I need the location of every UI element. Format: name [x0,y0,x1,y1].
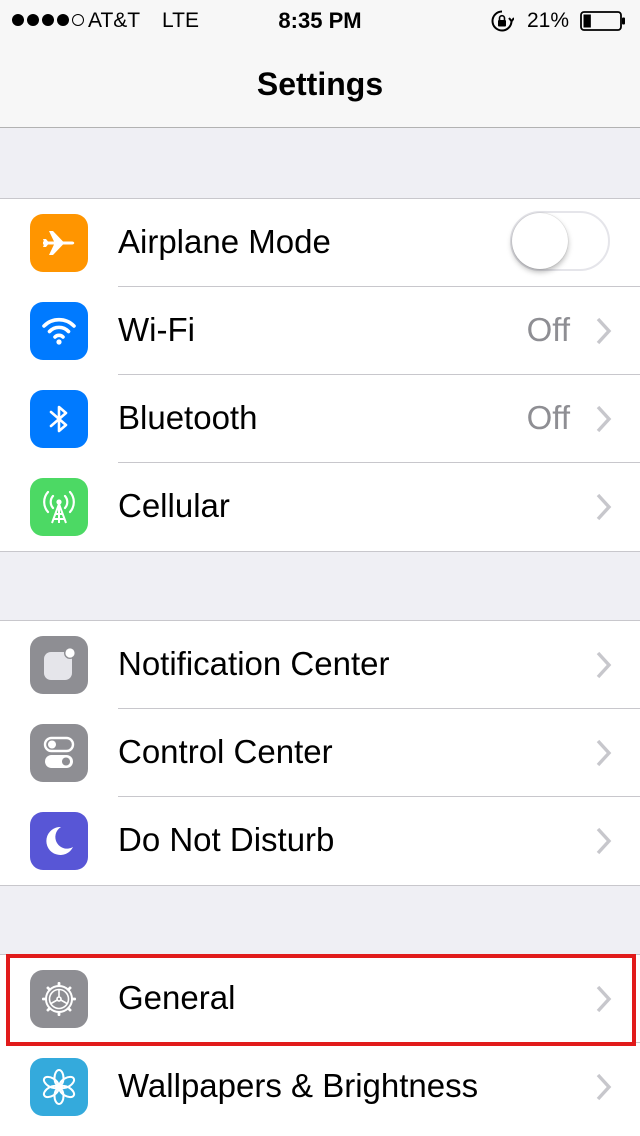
settings-row-control-center[interactable]: Control Center [0,709,640,797]
cellular-icon-tile [30,478,88,536]
battery-icon [580,11,625,31]
settings-row-value: Off [526,399,570,436]
settings-row-label: Notification Center [118,645,390,682]
chevron-right-icon [596,651,612,679]
chevron-right-icon [596,1073,612,1101]
settings-row-airplane-mode[interactable]: Airplane Mode [0,199,640,287]
settings-row-label: Wallpapers & Brightness [118,1067,479,1104]
settings-row-label: Do Not Disturb [118,821,335,858]
status-bar: AT&T LTE 8:35 PM 21% [0,0,640,40]
moon-icon [46,826,73,855]
chevron-right-icon [596,739,612,767]
chevron-right-icon [596,827,612,855]
wallpapers-icon-tile [30,1058,88,1116]
settings-row-label: Airplane Mode [118,223,331,260]
wifi-icon-tile [30,302,88,360]
settings-row-notification-center[interactable]: Notification Center [0,621,640,709]
chevron-right-icon [596,985,612,1013]
control-center-icon [43,736,75,768]
airplane-mode-toggle[interactable] [510,211,610,271]
general-icon-tile [30,970,88,1028]
settings-row-general[interactable]: General [0,955,640,1043]
battery-percentage: 21% [527,9,570,32]
settings-screen: AT&T LTE 8:35 PM 21% Settings Airplane M… [0,0,640,1136]
settings-row-bluetooth[interactable]: Bluetooth Off [0,375,640,463]
settings-row-label: Bluetooth [118,399,258,436]
page-title: Settings [256,66,384,102]
settings-row-label: Cellular [118,487,230,524]
settings-group-general: General Wallpapers & Brightness [0,954,640,1136]
control-center-icon-tile [30,724,88,782]
settings-group-notifications: Notification Center Control Center Do No… [0,620,640,886]
bluetooth-icon [49,405,68,433]
rotation-lock-icon [491,10,514,32]
chevron-right-icon [596,493,612,521]
notification-center-icon [44,647,76,680]
settings-row-value: Off [526,311,570,348]
bluetooth-icon-tile [30,390,88,448]
navigation-bar: Settings [0,40,640,128]
settings-group-connectivity: Airplane Mode Wi-Fi Off Bluetooth Off Ce… [0,198,640,552]
airplane-mode-icon-tile [30,214,88,272]
settings-row-wifi[interactable]: Wi-Fi Off [0,287,640,375]
chevron-right-icon [596,405,612,433]
notification-center-icon-tile [30,636,88,694]
airplane-icon [43,231,75,255]
chevron-right-icon [596,317,612,345]
settings-row-label: General [118,979,236,1016]
flower-icon [42,1069,76,1105]
settings-row-label: Control Center [118,733,333,770]
gear-icon [42,982,76,1016]
settings-row-cellular[interactable]: Cellular [0,463,640,551]
cellular-icon [43,490,75,524]
settings-row-label: Wi-Fi [118,311,195,348]
toggle-knob [512,213,568,269]
settings-row-wallpapers-brightness[interactable]: Wallpapers & Brightness [0,1043,640,1131]
do-not-disturb-icon-tile [30,812,88,870]
settings-row-do-not-disturb[interactable]: Do Not Disturb [0,797,640,885]
wifi-icon [42,317,76,345]
